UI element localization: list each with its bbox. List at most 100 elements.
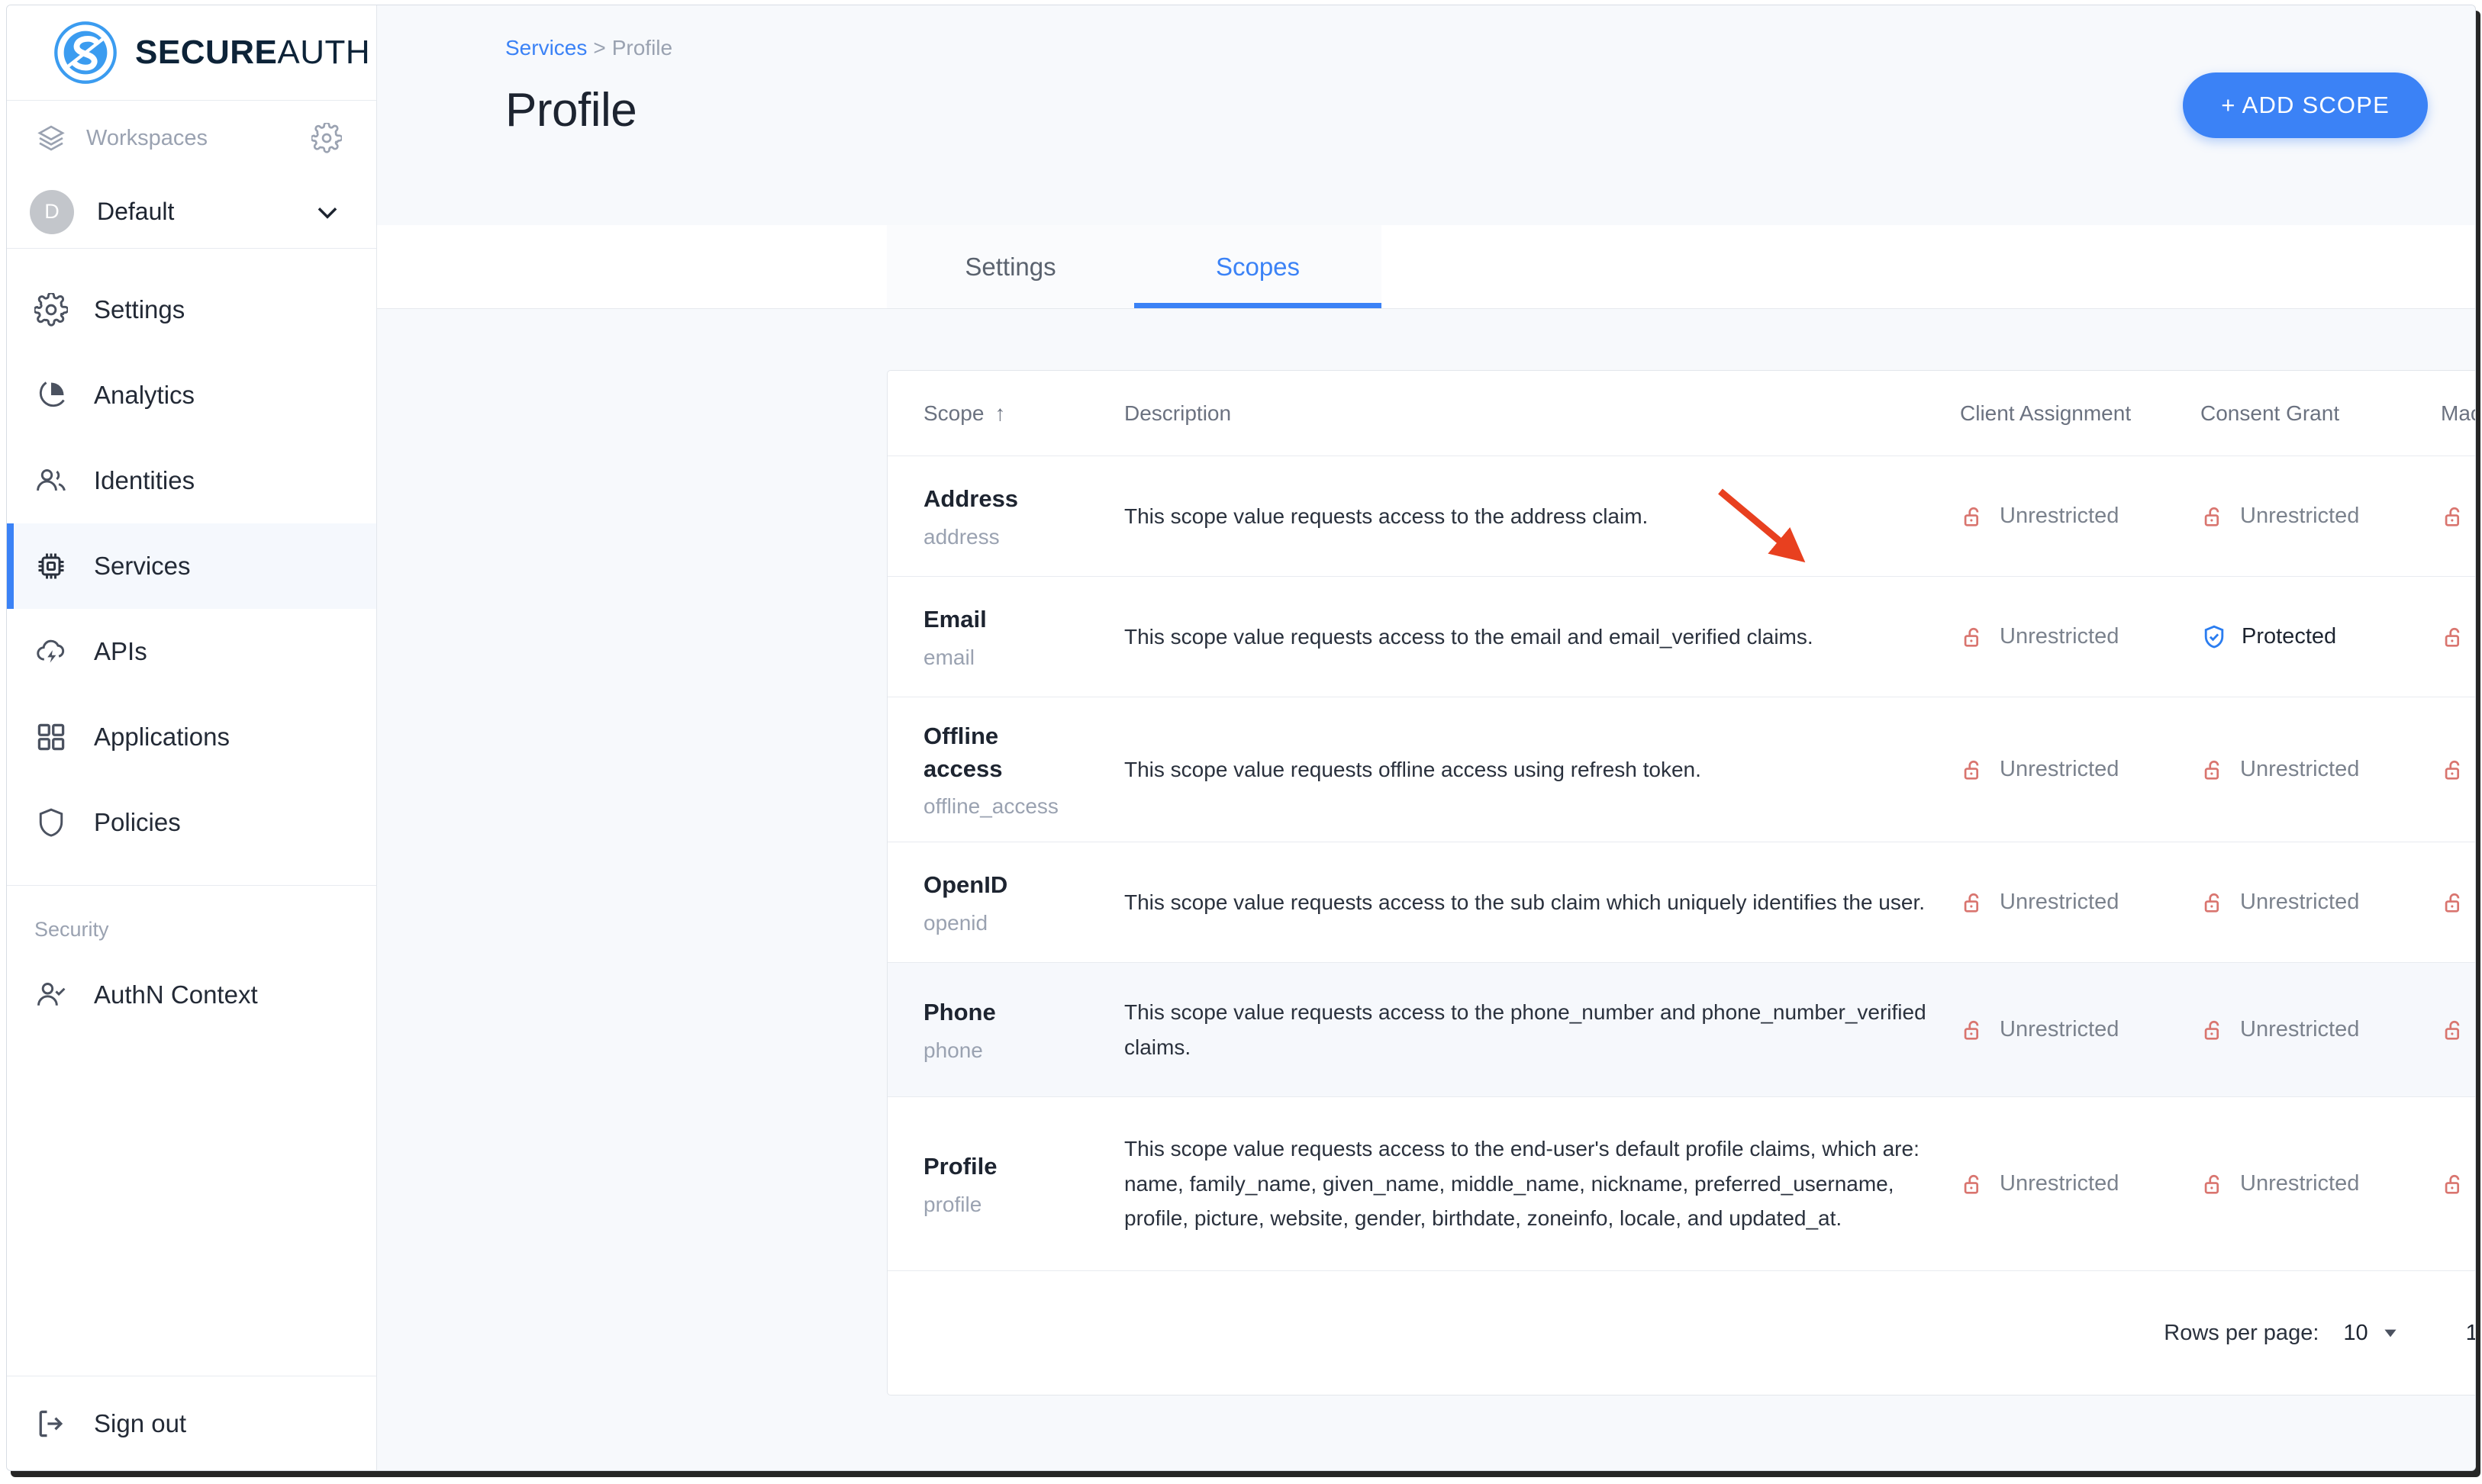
chip-icon	[38, 553, 64, 579]
rows-per-page-value: 10	[2343, 1320, 2368, 1345]
machine-to-machine-status: Unrestricted	[2441, 504, 2475, 530]
sign-out-button[interactable]: Sign out	[7, 1376, 376, 1470]
table-row[interactable]: Offline access offline_access This scope…	[888, 697, 2475, 842]
workspace-name: Default	[97, 198, 175, 225]
brand-logo[interactable]: SECUREAUTH	[7, 5, 376, 101]
scope-name: Offline access	[923, 722, 1003, 782]
users-icon	[37, 468, 66, 491]
tab-settings[interactable]: Settings	[887, 225, 1134, 308]
column-header-machine-to-machine: Machine to Machine	[2441, 401, 2475, 425]
scope-id: phone	[923, 1038, 983, 1062]
layers-icon	[37, 125, 65, 151]
scope-description: This scope value requests access to the …	[1124, 1137, 1920, 1231]
consent-grant-status: Unrestricted	[2200, 1171, 2441, 1197]
gear-icon[interactable]	[311, 123, 342, 153]
scope-description: This scope value requests access to the …	[1124, 890, 1926, 914]
breadcrumb-link-services[interactable]: Services	[505, 36, 587, 60]
unlock-icon	[2445, 627, 2460, 647]
workspace-selector[interactable]: D Default	[7, 175, 376, 249]
scope-id: offline_access	[923, 794, 1059, 819]
status-label: Unrestricted	[2240, 757, 2360, 781]
secureauth-logo-icon	[54, 21, 117, 84]
unlock-icon	[1964, 507, 1979, 526]
scope-id: address	[923, 524, 1000, 549]
sidebar-item-label: Identities	[94, 466, 195, 494]
status-label: Unrestricted	[2000, 1017, 2119, 1041]
machine-to-machine-status: Unrestricted	[2441, 624, 2475, 650]
pie-chart-icon	[39, 381, 65, 407]
machine-to-machine-status: Unrestricted	[2441, 890, 2475, 916]
column-header-description: Description	[1124, 401, 1232, 425]
unlock-icon	[2204, 760, 2219, 780]
sidebar-item-analytics[interactable]: Analytics	[7, 352, 376, 438]
scope-name: Profile	[923, 1153, 998, 1180]
unlock-icon	[2204, 893, 2219, 913]
machine-to-machine-status: Unrestricted	[2441, 757, 2475, 783]
pagination-range: 1-6 of 6	[2466, 1321, 2475, 1346]
table-row[interactable]: OpenID openid This scope value requests …	[888, 842, 2475, 963]
rows-per-page-select[interactable]: 10	[2343, 1321, 2400, 1346]
client-assignment-status: Unrestricted	[1960, 1171, 2200, 1197]
client-assignment-status: Unrestricted	[1960, 504, 2200, 530]
status-label: Unrestricted	[2240, 890, 2360, 914]
table-row[interactable]: Email email This scope value requests ac…	[888, 577, 2475, 697]
sidebar-item-label: APIs	[94, 637, 147, 665]
tab-bar: Settings Scopes	[377, 225, 2475, 309]
main-content: Services > Profile Profile + ADD SCOPE Set…	[377, 5, 2475, 1470]
breadcrumb: Services > Profile	[505, 36, 2428, 60]
scope-id: email	[923, 645, 975, 669]
brand-name-light: AUTH	[277, 34, 371, 71]
table-row[interactable]: Phone phone This scope value requests ac…	[888, 963, 2475, 1097]
status-label: Unrestricted	[2000, 504, 2119, 528]
status-label: Unrestricted	[2000, 890, 2119, 914]
unlock-icon	[1964, 1174, 1979, 1194]
workspace-avatar: D	[30, 189, 74, 234]
unlock-icon	[2204, 1020, 2219, 1040]
unlock-icon	[1964, 627, 1979, 647]
unlock-icon	[1964, 760, 1979, 780]
scope-name: Address	[923, 485, 1019, 513]
machine-to-machine-status: Unrestricted	[2441, 1171, 2475, 1197]
client-assignment-status: Unrestricted	[1960, 624, 2200, 650]
breadcrumb-separator: >	[593, 36, 606, 60]
unlock-icon	[2204, 507, 2219, 526]
unlock-icon	[1964, 1020, 1979, 1040]
scope-description: This scope value requests offline access…	[1124, 757, 1701, 781]
primary-nav: Settings Analytics Identities Services A…	[7, 249, 376, 1038]
sidebar-item-authn-context[interactable]: AuthN Context	[7, 952, 376, 1038]
pagination-range-text: 1-6 of 6	[2466, 1321, 2475, 1345]
chevron-down-icon	[318, 207, 337, 219]
table-row[interactable]: Address address This scope value request…	[888, 456, 2475, 577]
tab-scopes[interactable]: Scopes	[1134, 225, 1381, 308]
rows-per-page-label: Rows per page:	[2164, 1320, 2319, 1345]
status-label: Protected	[2242, 624, 2337, 649]
sidebar-item-label: Policies	[94, 808, 181, 836]
unlock-icon	[2204, 1174, 2219, 1194]
unlock-icon	[2445, 760, 2460, 780]
brand-name-bold: SECURE	[135, 34, 278, 71]
sidebar-item-services[interactable]: Services	[7, 523, 376, 609]
add-scope-button[interactable]: + ADD SCOPE	[2183, 72, 2428, 138]
consent-grant-status: Unrestricted	[2200, 504, 2441, 530]
pagination-bar: Rows per page: 10 1-6 of 6	[888, 1271, 2475, 1395]
consent-grant-status: Unrestricted	[2200, 1017, 2441, 1043]
sidebar-item-applications[interactable]: Applications	[7, 694, 376, 780]
column-header-scope-label: Scope	[923, 401, 985, 425]
scope-description: This scope value requests access to the …	[1124, 1000, 1926, 1059]
sidebar-item-identities[interactable]: Identities	[7, 438, 376, 523]
caret-down-icon	[2384, 1329, 2397, 1338]
status-label: Unrestricted	[2240, 1171, 2360, 1196]
table-row[interactable]: Profile profile This scope value request…	[888, 1097, 2475, 1271]
sidebar-item-policies[interactable]: Policies	[7, 780, 376, 865]
sort-ascending-icon: ↑	[994, 401, 1006, 425]
sidebar-item-settings[interactable]: Settings	[7, 267, 376, 352]
shield-icon	[39, 808, 63, 837]
client-assignment-status: Unrestricted	[1960, 757, 2200, 783]
page-title: Profile	[505, 84, 637, 137]
shield-check-icon	[2204, 625, 2224, 649]
workspaces-label: Workspaces	[86, 125, 208, 150]
sidebar-item-apis[interactable]: APIs	[7, 609, 376, 694]
column-header-scope[interactable]: Scope ↑	[923, 401, 1124, 426]
scope-name: Phone	[923, 999, 996, 1026]
